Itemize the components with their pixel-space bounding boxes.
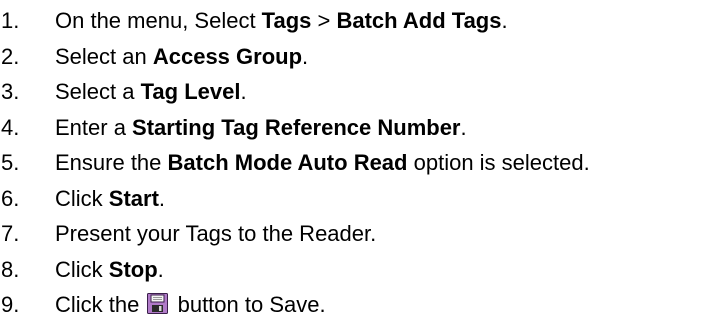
step-text: Click Stop.	[55, 252, 164, 288]
step-number: 6.	[1, 185, 20, 211]
step-text-part: Enter a	[55, 114, 133, 140]
step-6: 6. Click Start.	[0, 181, 703, 217]
step-number: 3.	[1, 79, 20, 104]
step-text-part: Select a	[55, 79, 141, 104]
step-number: 9.	[1, 292, 20, 317]
step-5: 5. Ensure the Batch Mode Auto Read optio…	[0, 145, 703, 181]
step-text-part: .	[501, 8, 508, 33]
step-text-part: Select an	[55, 43, 153, 69]
button-name-stop: Stop	[108, 256, 158, 282]
step-text: Click the button to Save.	[55, 287, 326, 323]
step-text-part: .	[302, 43, 309, 69]
menu-name-tags: Tags	[261, 8, 312, 33]
step-number: 2.	[1, 43, 20, 69]
step-text-part: .	[240, 79, 247, 104]
step-text: Enter a Starting Tag Reference Number.	[55, 110, 467, 146]
floppy-disk-save-icon	[147, 293, 169, 314]
step-7: 7. Present your Tags to the Reader.	[0, 216, 703, 252]
step-3: 3. Select a Tag Level.	[0, 74, 703, 110]
step-text-part: .	[158, 185, 166, 211]
step-number: 8.	[1, 256, 20, 282]
step-text-part: Present your Tags to the Reader.	[55, 221, 377, 246]
step-text-part: Click	[55, 185, 109, 211]
step-8: 8. Click Stop.	[0, 252, 703, 288]
step-4: 4. Enter a Starting Tag Reference Number…	[0, 110, 703, 146]
step-text-part: option is selected.	[407, 150, 590, 175]
field-name-tag-level: Tag Level	[140, 79, 241, 104]
step-text-part: Ensure the	[55, 150, 168, 175]
button-name-start: Start	[108, 185, 159, 211]
step-text-part: button to Save.	[171, 292, 326, 317]
step-text: Select a Tag Level.	[55, 74, 247, 110]
step-text-part: On the menu, Select	[55, 8, 262, 33]
step-number: 4.	[1, 114, 20, 140]
step-text-part: .	[157, 256, 164, 282]
step-text: On the menu, Select Tags > Batch Add Tag…	[55, 3, 508, 39]
step-text-part: Click the	[55, 292, 146, 317]
step-number: 1.	[1, 8, 20, 33]
field-name-starting-tag-reference-number: Starting Tag Reference Number	[132, 114, 461, 140]
step-9: 9. Click the button to Save.	[0, 287, 703, 323]
step-number: 7.	[1, 221, 20, 246]
step-text: Present your Tags to the Reader.	[55, 216, 376, 252]
step-text: Ensure the Batch Mode Auto Read option i…	[55, 145, 590, 181]
option-name-batch-mode-auto-read: Batch Mode Auto Read	[167, 150, 408, 175]
step-number: 5.	[1, 150, 20, 175]
step-text: Click Start.	[55, 181, 165, 217]
step-1: 1. On the menu, Select Tags > Batch Add …	[0, 3, 703, 39]
instruction-steps: 1. On the menu, Select Tags > Batch Add …	[0, 3, 703, 323]
step-2: 2. Select an Access Group.	[0, 39, 703, 75]
field-name-access-group: Access Group	[152, 43, 303, 69]
menu-separator: >	[311, 8, 337, 33]
menu-item-batch-add-tags: Batch Add Tags	[336, 8, 502, 33]
step-text-part: Click	[55, 256, 109, 282]
step-text: Select an Access Group.	[55, 39, 308, 75]
step-text-part: .	[460, 114, 467, 140]
